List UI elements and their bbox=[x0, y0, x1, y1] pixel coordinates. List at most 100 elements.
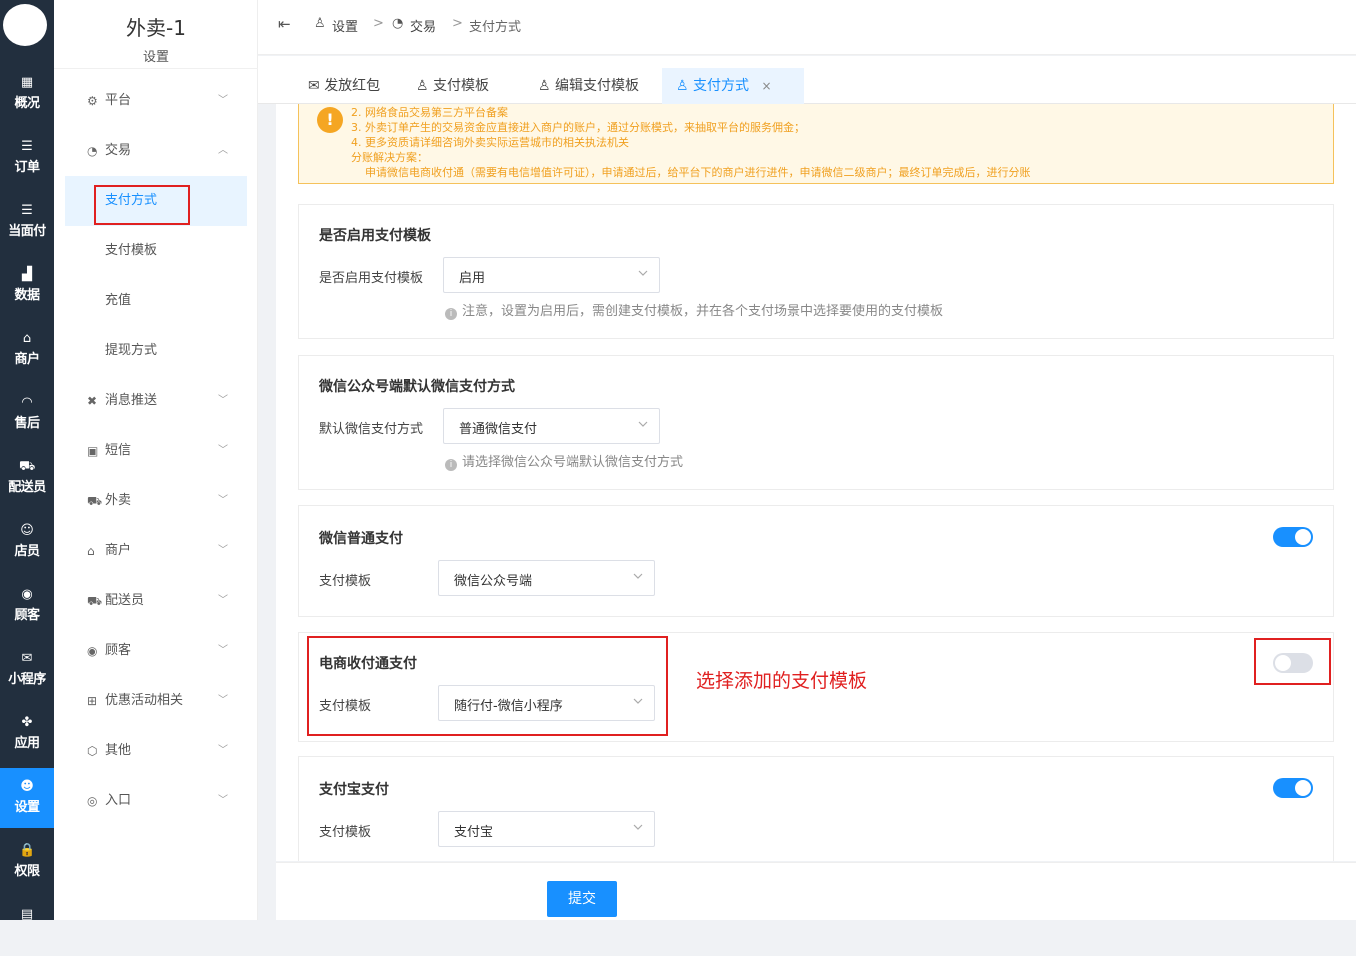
wechat-default-select[interactable]: 普通微信支付 bbox=[443, 408, 660, 444]
chevron-down-icon: ﹀ bbox=[218, 795, 228, 806]
rail-item-label: 设置 bbox=[14, 800, 40, 815]
alipay-switch[interactable] bbox=[1273, 778, 1313, 798]
menu-item[interactable]: ▣ 短信 ﹀ bbox=[54, 431, 258, 471]
rail-item-label: 店员 bbox=[14, 544, 40, 559]
menu-item-label: 顾客 bbox=[105, 643, 132, 658]
field-label: 是否启用支付模板 bbox=[319, 271, 424, 286]
select-value: 微信公众号端 bbox=[454, 574, 533, 589]
rail-item[interactable]: ☰ 当面付 bbox=[0, 192, 54, 252]
alipay-template-select[interactable]: 支付宝 bbox=[438, 811, 655, 847]
bar-chart-icon: ▟ bbox=[22, 267, 32, 282]
rail-item[interactable]: ⌂ 商户 bbox=[0, 320, 54, 380]
avatar[interactable] bbox=[3, 4, 47, 46]
rail-item-label: 售后 bbox=[14, 416, 40, 431]
select-value: 启用 bbox=[459, 271, 486, 286]
apps-icon: ✤ bbox=[21, 715, 33, 730]
wechat-normal-switch[interactable] bbox=[1273, 527, 1313, 547]
rail-item[interactable]: ✉ 小程序 bbox=[0, 640, 54, 700]
submit-button[interactable]: 提交 bbox=[547, 881, 617, 917]
rail-item[interactable]: ✤ 应用 bbox=[0, 704, 54, 764]
submenu-item[interactable]: 充值 bbox=[65, 276, 247, 326]
menu-item[interactable]: ✖ 消息推送 ﹀ bbox=[54, 381, 258, 421]
submenu-item[interactable]: 提现方式 bbox=[65, 326, 247, 376]
chevron-down-icon: ﹀ bbox=[218, 95, 228, 106]
chevron-down-icon: ﹀ bbox=[218, 395, 228, 406]
highlight-box bbox=[307, 636, 668, 736]
breadcrumb-settings[interactable]: 设置 bbox=[332, 16, 358, 35]
menu-item-label: 配送员 bbox=[105, 593, 145, 608]
breadcrumb-trade[interactable]: 交易 bbox=[410, 16, 436, 35]
chevron-down-icon bbox=[638, 270, 648, 276]
rail-item[interactable]: ⛟ 配送员 bbox=[0, 448, 54, 508]
close-icon[interactable]: × bbox=[761, 79, 771, 93]
envelope-icon: ✉ bbox=[308, 78, 320, 94]
rail-item[interactable]: ▟ 数据 bbox=[0, 256, 54, 316]
chevron-up-icon: ︿ bbox=[218, 145, 228, 156]
field-label: 默认微信支付方式 bbox=[319, 422, 424, 437]
users-icon: ☺ bbox=[20, 523, 34, 538]
rail-item[interactable]: ☺ 店员 bbox=[0, 512, 54, 572]
menu-item-label: 商户 bbox=[105, 543, 132, 558]
wechat-normal-template-select[interactable]: 微信公众号端 bbox=[438, 560, 655, 596]
rail-item[interactable]: ▤ bbox=[0, 896, 54, 956]
select-value: 普通微信支付 bbox=[459, 422, 538, 437]
tab-payment-method[interactable]: ♙ 支付方式 × bbox=[662, 68, 804, 104]
menu-item[interactable]: ◔ 交易 ︿ bbox=[54, 131, 258, 171]
chevron-down-icon: ﹀ bbox=[218, 445, 228, 456]
menu-item[interactable]: ⌂ 商户 ﹀ bbox=[54, 531, 258, 571]
user-icon: ♙ bbox=[416, 78, 429, 94]
collapse-menu-icon[interactable]: ⇤ bbox=[278, 15, 291, 33]
template-toggle-select[interactable]: 启用 bbox=[443, 257, 660, 293]
menu-item-label: 消息推送 bbox=[105, 393, 158, 408]
gear-icon: ⚙ bbox=[87, 94, 98, 108]
tab-label: 支付方式 bbox=[693, 78, 750, 94]
menu-item-label: 短信 bbox=[105, 443, 132, 458]
menu-item-label: 入口 bbox=[105, 793, 132, 808]
card-title: 微信公众号端默认微信支付方式 bbox=[319, 379, 515, 395]
menu-item-label: 其他 bbox=[105, 743, 132, 758]
chevron-down-icon: ﹀ bbox=[218, 695, 228, 706]
menu-item[interactable]: ⛟ 外卖 ﹀ bbox=[54, 481, 258, 521]
chevron-down-icon bbox=[638, 421, 648, 427]
exchange-icon: ◔ bbox=[87, 144, 98, 158]
wechat-default-card: 微信公众号端默认微信支付方式 默认微信支付方式 普通微信支付 i 请选择微信公众号… bbox=[298, 355, 1334, 490]
rail-item[interactable]: ◉ 顾客 bbox=[0, 576, 54, 636]
info-icon: i bbox=[445, 459, 457, 471]
menu-item[interactable]: ⬡ 其他 ﹀ bbox=[54, 731, 258, 771]
tab-edit-payment-template[interactable]: ♙ 编辑支付模板 bbox=[524, 68, 653, 104]
menu-item[interactable]: ◉ 顾客 ﹀ bbox=[54, 631, 258, 671]
alipay-card: 支付宝支付 支付模板 支付宝 bbox=[298, 756, 1334, 861]
field-label: 支付模板 bbox=[319, 825, 372, 840]
wechat-normal-card: 微信普通支付 支付模板 微信公众号端 bbox=[298, 505, 1334, 617]
notice-line: 分账解决方案： bbox=[351, 151, 428, 164]
menu-item[interactable]: ⊞ 优惠活动相关 ﹀ bbox=[54, 681, 258, 721]
gift-icon: ⊞ bbox=[87, 694, 98, 708]
tab-label: 支付模板 bbox=[433, 78, 490, 94]
grid-icon: ▦ bbox=[20, 75, 34, 90]
settings-sidebar: 外卖-1 设置 ⚙ 平台 ﹀ ◔ 交易 ︿ ✖ 消息推送 ﹀ ▣ 短信 ﹀ ⛟ 外卖 ﹀ ⌂ 商户 ﹀ ⛟ 配送员 ﹀ ◉… bbox=[54, 0, 258, 920]
user-icon: ♙ bbox=[676, 78, 689, 94]
menu-item-label: 外卖 bbox=[105, 493, 132, 508]
rail-item-label: 顾客 bbox=[14, 608, 40, 623]
rail-item[interactable]: ◠ 售后 bbox=[0, 384, 54, 444]
rail-item[interactable]: ☰ 订单 bbox=[0, 128, 54, 188]
menu-item[interactable]: ⛟ 配送员 ﹀ bbox=[54, 581, 258, 621]
hint-text: i 注意，设置为启用后，需创建支付模板，并在各个支付场景中选择要使用的支付模板 bbox=[445, 300, 943, 320]
user-icon: ♙ bbox=[538, 78, 551, 94]
wechat-icon: ✉ bbox=[21, 651, 33, 666]
rail-item-label: 小程序 bbox=[8, 672, 46, 687]
tab-payment-template[interactable]: ♙ 支付模板 bbox=[402, 68, 503, 104]
menu-item[interactable]: ⚙ 平台 ﹀ bbox=[54, 81, 258, 121]
user-icon: ♙ bbox=[314, 16, 326, 31]
rail-item[interactable]: 🔒 权限 bbox=[0, 832, 54, 892]
notice-line: 2. 网络食品交易第三方平台备案 bbox=[351, 106, 508, 119]
submenu-item[interactable]: 支付模板 bbox=[65, 226, 247, 276]
rail-item[interactable]: ☻ 设置 bbox=[0, 768, 54, 828]
rail-item[interactable]: ▦ 概况 bbox=[0, 64, 54, 124]
divider bbox=[54, 68, 258, 69]
list-icon: ☰ bbox=[21, 203, 33, 218]
menu-item[interactable]: ◎ 入口 ﹀ bbox=[54, 781, 258, 821]
chevron-down-icon: ﹀ bbox=[218, 595, 228, 606]
menu-item-label: 交易 bbox=[105, 143, 132, 158]
tab-red-envelope[interactable]: ✉ 发放红包 bbox=[294, 68, 394, 104]
